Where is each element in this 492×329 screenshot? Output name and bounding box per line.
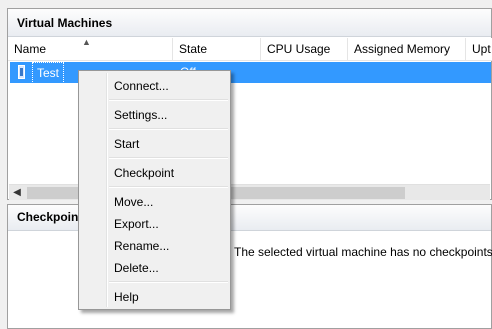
column-name-label: Name xyxy=(14,42,47,56)
virtual-machines-header: Virtual Machines xyxy=(8,9,491,37)
menu-item-start[interactable]: Start xyxy=(114,133,226,155)
menu-item-checkpoint[interactable]: Checkpoint xyxy=(114,162,226,184)
menu-separator xyxy=(109,128,228,130)
context-menu: Connect... Settings... Start Checkpoint … xyxy=(78,70,231,310)
vm-column-header: Name ▲ State CPU Usage Assigned Memory U… xyxy=(8,38,492,61)
menu-item-move[interactable]: Move... xyxy=(114,191,226,213)
menu-item-rename[interactable]: Rename... xyxy=(114,235,226,257)
menu-separator xyxy=(109,99,228,101)
menu-item-export[interactable]: Export... xyxy=(114,213,226,235)
menu-item-delete[interactable]: Delete... xyxy=(114,257,226,279)
sort-ascending-icon: ▲ xyxy=(82,37,91,47)
menu-separator xyxy=(109,157,228,159)
menu-separator xyxy=(109,281,228,283)
scroll-left-icon[interactable]: ◀ xyxy=(9,185,25,201)
column-cpu-usage[interactable]: CPU Usage xyxy=(261,38,348,61)
virtual-machine-icon xyxy=(18,65,25,79)
column-uptime[interactable]: Upt xyxy=(466,38,492,61)
menu-item-settings[interactable]: Settings... xyxy=(114,104,226,126)
menu-separator xyxy=(109,186,228,188)
vm-name: Test xyxy=(32,62,65,84)
column-name[interactable]: Name ▲ xyxy=(8,38,173,61)
menu-item-connect[interactable]: Connect... xyxy=(114,75,226,97)
menu-item-help[interactable]: Help xyxy=(114,286,226,308)
no-checkpoints-message: The selected virtual machine has no chec… xyxy=(234,245,492,259)
column-assigned-memory[interactable]: Assigned Memory xyxy=(348,38,466,61)
column-state[interactable]: State xyxy=(173,38,261,61)
